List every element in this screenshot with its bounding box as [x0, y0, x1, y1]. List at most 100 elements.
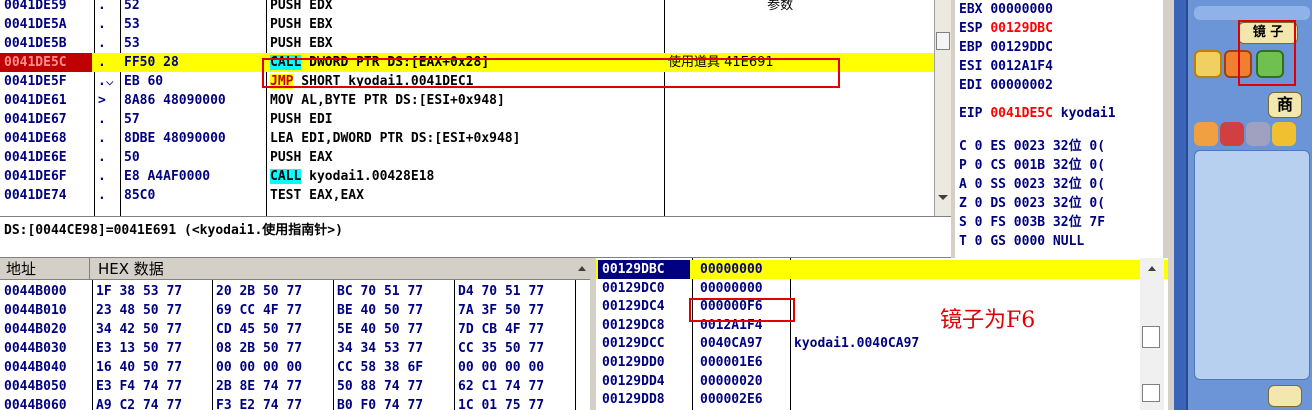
- disasm-address: 0041DE67: [4, 112, 67, 127]
- disasm-row[interactable]: 0041DE67. 57 PUSH EDI: [0, 110, 934, 129]
- dump-address: 0044B050: [4, 379, 67, 394]
- operands: AL,BYTE PTR DS:[ESI+0x948]: [293, 93, 505, 108]
- registers-pane[interactable]: EBX 00000000 ESP 00129DBC EBP 00129DDC ESI …: [955, 0, 1163, 258]
- disasm-hex: 8DBE 48090000: [124, 131, 226, 146]
- dump-bytes: 16 40 50 77: [96, 360, 183, 375]
- dump-bytes: 7D CB 4F 77: [458, 322, 545, 337]
- dump-bytes: 23 48 50 77: [96, 303, 183, 318]
- disasm-instruction: PUSH EAX: [270, 148, 664, 167]
- register-value: 00129DBC: [990, 21, 1053, 36]
- item-icon[interactable]: [1272, 122, 1296, 146]
- dump-row[interactable]: 0044B040 16 40 50 77 00 00 00 00 CC 58 38 6…: [0, 358, 590, 377]
- stack-row[interactable]: 00129DD0 000001E6: [596, 353, 1168, 372]
- disasm-marker: .⌵: [98, 74, 114, 89]
- disasm-address: 0041DE5F: [4, 74, 67, 89]
- register-row[interactable]: T 0 GS 0000 NULL: [959, 232, 1084, 251]
- register-value: 00000002: [990, 78, 1053, 93]
- stack-comment: kyodai1.0040CA97: [794, 336, 920, 352]
- register-value: 00129DDC: [990, 40, 1053, 55]
- dump-header-hex[interactable]: HEX 数据: [92, 258, 576, 280]
- register-row[interactable]: S 0 FS 003B 32位 7F: [959, 213, 1105, 232]
- dump-address: 0044B060: [4, 398, 67, 410]
- dump-row[interactable]: 0044B010 23 48 50 77 69 CC 4F 77 BE 40 50 7…: [0, 301, 590, 320]
- stack-row[interactable]: 00129DBC 00000000: [596, 260, 1168, 279]
- register-symbol: 32位 7F: [1045, 215, 1106, 230]
- register-row[interactable]: ESI 0012A1F4: [959, 57, 1053, 76]
- register-value: GS 0000: [990, 234, 1046, 249]
- scroll-up-arrow-icon[interactable]: [1148, 266, 1156, 271]
- shop-label[interactable]: 商: [1268, 92, 1302, 118]
- stack-row[interactable]: 00129DC0 00000000: [596, 279, 1168, 298]
- dump-row[interactable]: 0044B030 E3 13 50 77 08 2B 50 77 34 34 53 7…: [0, 339, 590, 358]
- disasm-marker: .: [98, 36, 106, 51]
- scroll-up-arrow-icon[interactable]: [578, 266, 586, 271]
- stack-row[interactable]: 00129DC4 000000F6: [596, 297, 1168, 316]
- register-row[interactable]: ESP 00129DBC: [959, 19, 1053, 38]
- register-row[interactable]: Z 0 DS 0023 32位 0(: [959, 194, 1105, 213]
- dump-bytes: CC 58 38 6F: [337, 360, 424, 375]
- item-icon[interactable]: [1246, 122, 1270, 146]
- register-row[interactable]: EIP 0041DE5C kyodai1: [959, 104, 1116, 123]
- disassembly-pane[interactable]: 0041DE59. 52 PUSH EDX 参数 0041DE5A. 53 PUSH EB…: [0, 0, 934, 216]
- stack-scrollbar[interactable]: [1140, 258, 1164, 410]
- scroll-thumb[interactable]: [1142, 326, 1160, 348]
- edit-button[interactable]: [1268, 385, 1302, 407]
- disasm-row[interactable]: 0041DE74. 85C0 TEST EAX,EAX: [0, 186, 934, 205]
- stack-pane[interactable]: 00129DBC 00000000 00129DC0 00000000 00129DC4…: [596, 258, 1168, 410]
- register-row[interactable]: EBP 00129DDC: [959, 38, 1053, 57]
- register-value: SS 0023: [990, 177, 1046, 192]
- disasm-row[interactable]: 0041DE5A. 53 PUSH EBX: [0, 15, 934, 34]
- dump-bytes: BC 70 51 77: [337, 284, 424, 299]
- dump-row[interactable]: 0044B060 A9 C2 74 77 F3 E2 74 77 B0 F0 74 7…: [0, 396, 590, 410]
- disasm-row[interactable]: 0041DE68. 8DBE 48090000 LEA EDI,DWORD PTR …: [0, 129, 934, 148]
- disasm-hex: EB 60: [124, 74, 164, 89]
- dump-bytes: 34 34 53 77: [337, 341, 424, 356]
- disasm-hex: 57: [124, 112, 140, 127]
- item-icon[interactable]: [1220, 122, 1244, 146]
- item-icon[interactable]: [1194, 122, 1218, 146]
- dump-row[interactable]: 0044B020 34 42 50 77 CD 45 50 77 5E 40 50 7…: [0, 320, 590, 339]
- register-name: EIP: [959, 106, 983, 121]
- disasm-row[interactable]: 0041DE6E. 50 PUSH EAX: [0, 148, 934, 167]
- disassembly-scrollbar[interactable]: [934, 0, 951, 216]
- dump-row[interactable]: 0044B050 E3 F4 74 77 2B 8E 74 77 50 88 74 7…: [0, 377, 590, 396]
- disasm-address: 0041DE74: [4, 188, 67, 203]
- opcode: MOV: [270, 93, 294, 108]
- compass-tool-icon[interactable]: [1194, 50, 1222, 78]
- register-row[interactable]: EDI 00000002: [959, 76, 1053, 95]
- disasm-instruction: PUSH EBX: [270, 15, 664, 34]
- scroll-box[interactable]: [1142, 384, 1160, 402]
- stack-row[interactable]: 00129DD4 00000020: [596, 372, 1168, 391]
- stack-row[interactable]: 00129DCC 0040CA97 kyodai1.0040CA97: [596, 334, 1168, 353]
- disasm-row[interactable]: 0041DE5B. 53 PUSH EBX: [0, 34, 934, 53]
- stack-row[interactable]: 00129DC8 0012A1F4: [596, 316, 1168, 335]
- dump-bytes: 69 CC 4F 77: [216, 303, 303, 318]
- stack-row[interactable]: 00129DD8 000002E6: [596, 390, 1168, 409]
- dump-header-address[interactable]: 地址: [2, 258, 90, 280]
- register-row[interactable]: EBX 00000000: [959, 0, 1053, 19]
- dump-bytes: D4 70 51 77: [458, 284, 545, 299]
- scroll-down-arrow-icon[interactable]: [938, 195, 948, 200]
- stack-address: 00129DCC: [602, 336, 665, 352]
- scroll-thumb[interactable]: [936, 32, 950, 50]
- register-row[interactable]: A 0 SS 0023 32位 0(: [959, 175, 1105, 194]
- disasm-instruction: TEST EAX,EAX: [270, 186, 664, 205]
- disasm-row[interactable]: 0041DE6F. E8 A4AF0000 CALL kyodai1.00428E1…: [0, 167, 934, 186]
- register-row[interactable]: C 0 ES 0023 32位 0(: [959, 137, 1105, 156]
- register-row[interactable]: P 0 CS 001B 32位 0(: [959, 156, 1105, 175]
- disasm-hex: 53: [124, 36, 140, 51]
- register-value: FS 003B: [990, 215, 1046, 230]
- disasm-row[interactable]: 0041DE59. 52 PUSH EDX 参数: [0, 0, 934, 15]
- dump-address: 0044B040: [4, 360, 67, 375]
- register-symbol: 32位 0(: [1045, 139, 1106, 154]
- disasm-marker: .: [98, 0, 106, 13]
- register-name: S 0: [959, 215, 983, 230]
- stack-value: 0040CA97: [700, 336, 763, 352]
- disasm-hex: 53: [124, 17, 140, 32]
- hex-dump-pane[interactable]: 地址 HEX 数据 0044B000 1F 38 53 77 20 2B 50 77…: [0, 258, 590, 410]
- register-name: EBP: [959, 40, 983, 55]
- register-value: 0012A1F4: [990, 59, 1053, 74]
- disasm-row[interactable]: 0041DE61 >8A86 48090000 MOV AL,BYTE PTR DS…: [0, 91, 934, 110]
- dump-bytes: 2B 8E 74 77: [216, 379, 303, 394]
- dump-row[interactable]: 0044B000 1F 38 53 77 20 2B 50 77 BC 70 51 7…: [0, 282, 590, 301]
